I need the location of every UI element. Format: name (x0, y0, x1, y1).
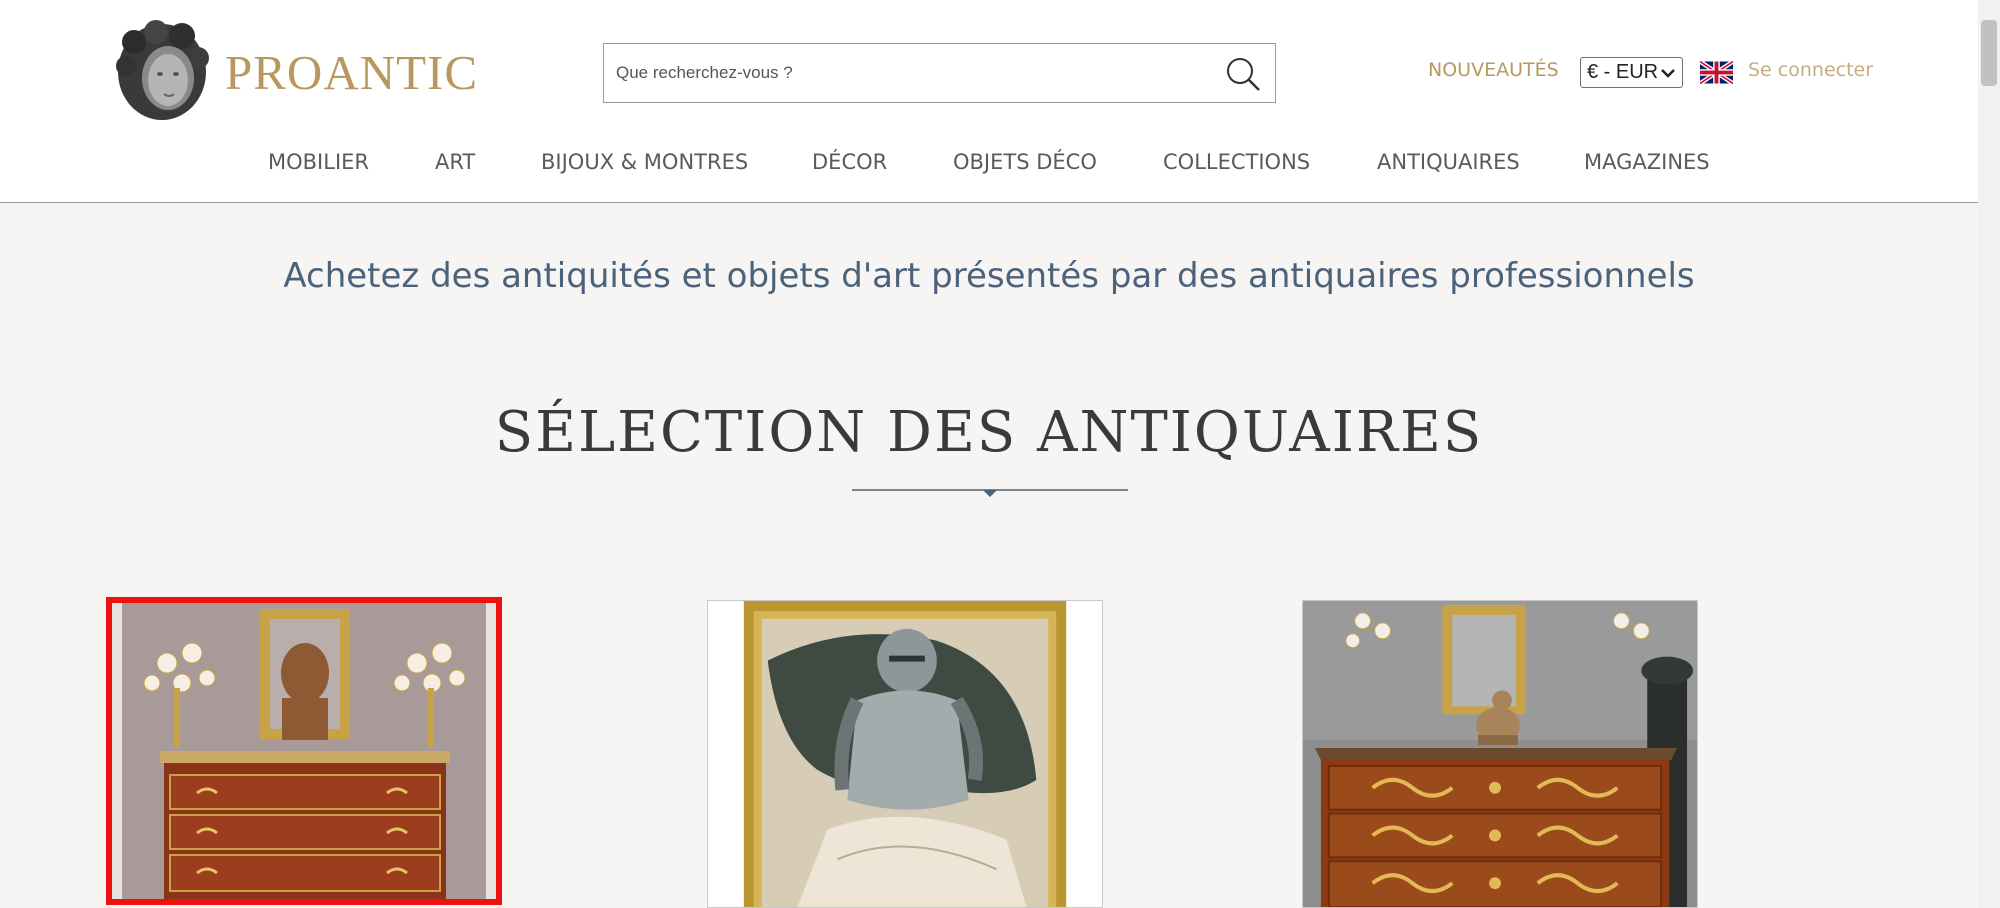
scrollbar-thumb[interactable] (1981, 20, 1997, 86)
uk-flag-icon[interactable] (1700, 60, 1733, 85)
product-card-commode-louis-xvi[interactable] (106, 597, 502, 905)
search-box (603, 43, 1276, 103)
site-header: PROANTIC NOUVEAUTÉS € - EUR Se connecter… (0, 0, 1978, 203)
section-title: SÉLECTION DES ANTIQUAIRES (494, 400, 1484, 465)
chevron-down-icon (1661, 69, 1675, 78)
currency-select[interactable]: € - EUR (1580, 57, 1683, 88)
search-icon[interactable] (1224, 55, 1262, 93)
nouveautes-link[interactable]: NOUVEAUTÉS (1428, 59, 1559, 81)
nav-item-collections[interactable]: COLLECTIONS (1163, 150, 1310, 174)
tagline: Achetez des antiquités et objets d'art p… (283, 256, 1695, 296)
nav-item-bijoux-montres[interactable]: BIJOUX & MONTRES (541, 150, 748, 174)
brand-name[interactable]: PROANTIC (225, 44, 478, 101)
nav-item-mobilier[interactable]: MOBILIER (268, 150, 369, 174)
product-card-commode-louis-xv[interactable] (1302, 600, 1698, 908)
nav-item-art[interactable]: ART (435, 150, 475, 174)
product-image (708, 601, 1102, 907)
nav-item-magazines[interactable]: MAGAZINES (1584, 150, 1710, 174)
currency-value: € - EUR (1587, 61, 1659, 83)
product-image (1303, 601, 1697, 907)
nav-item-antiquaires[interactable]: ANTIQUAIRES (1377, 150, 1520, 174)
search-input[interactable] (616, 59, 1176, 87)
logo-head-icon[interactable] (112, 20, 212, 124)
nav-item-objets-deco[interactable]: OBJETS DÉCO (953, 150, 1097, 174)
login-link[interactable]: Se connecter (1748, 59, 1873, 81)
product-image (112, 603, 496, 899)
nav-item-decor[interactable]: DÉCOR (812, 150, 887, 174)
vertical-scrollbar[interactable] (1978, 0, 2000, 908)
product-card-painting-knight[interactable] (707, 600, 1103, 908)
title-divider (852, 489, 1128, 497)
